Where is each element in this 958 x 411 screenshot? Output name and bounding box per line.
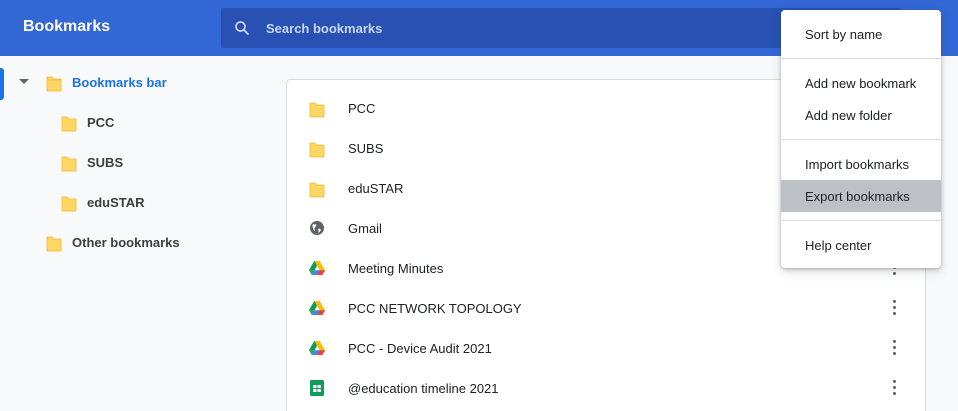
google-drive-icon [309, 341, 325, 355]
search-icon[interactable] [233, 19, 251, 37]
more-actions-icon[interactable] [885, 338, 905, 358]
sidebar-item-label: Bookmarks bar [72, 75, 167, 90]
list-item-label: SUBS [348, 141, 384, 156]
menu-item-add-new-folder[interactable]: Add new folder [781, 99, 941, 131]
sidebar-item-bookmarks-bar[interactable]: Bookmarks bar [0, 63, 270, 103]
sidebar-item-label: SUBS [87, 155, 124, 170]
list-item-pcc-network-topology[interactable]: PCC NETWORK TOPOLOGY [287, 288, 927, 328]
folder-icon [61, 196, 77, 212]
list-item-education-timeline[interactable]: @education timeline 2021 [287, 368, 927, 408]
menu-item-export-bookmarks[interactable]: Export bookmarks [781, 180, 941, 212]
globe-icon [310, 221, 324, 235]
menu-divider [781, 220, 941, 221]
folder-icon [61, 156, 77, 172]
menu-item-label: Add new folder [805, 108, 892, 123]
google-drive-icon [309, 261, 325, 275]
list-item-label: PCC [348, 101, 376, 116]
organize-menu: Sort by name Add new bookmark Add new fo… [781, 10, 941, 268]
list-item-label: @education timeline 2021 [348, 381, 499, 396]
google-sheets-icon [310, 380, 324, 396]
menu-item-label: Export bookmarks [805, 189, 910, 204]
expand-arrow-icon[interactable] [19, 79, 29, 84]
sidebar-item-other-bookmarks[interactable]: Other bookmarks [0, 223, 270, 263]
menu-item-label: Import bookmarks [805, 157, 910, 172]
folder-icon [61, 116, 77, 132]
menu-item-add-new-bookmark[interactable]: Add new bookmark [781, 67, 941, 99]
list-item-label: Meeting Minutes [348, 261, 444, 276]
menu-item-label: Sort by name [805, 27, 883, 42]
menu-item-label: Add new bookmark [805, 76, 917, 91]
sidebar-item-label: eduSTAR [87, 195, 145, 210]
folder-icon [46, 236, 62, 252]
list-item-label: PCC NETWORK TOPOLOGY [348, 301, 522, 316]
page-title: Bookmarks [23, 18, 111, 35]
folder-open-icon [46, 76, 62, 92]
list-item-pcc-device-audit[interactable]: PCC - Device Audit 2021 [287, 328, 927, 368]
search-input[interactable] [266, 8, 766, 48]
more-actions-icon[interactable] [885, 298, 905, 318]
google-drive-icon [309, 301, 325, 315]
folder-icon [309, 142, 325, 158]
sidebar-item-label: Other bookmarks [72, 235, 180, 250]
folder-icon [309, 182, 325, 198]
menu-item-help-center[interactable]: Help center [781, 229, 941, 261]
menu-divider [781, 58, 941, 59]
sidebar-item-pcc[interactable]: PCC [0, 103, 270, 143]
list-item-label: eduSTAR [348, 181, 404, 196]
list-item-label: PCC - Device Audit 2021 [348, 341, 492, 356]
folder-icon [309, 102, 325, 118]
list-item-label: Gmail [348, 221, 382, 236]
sidebar-item-edustar[interactable]: eduSTAR [0, 183, 270, 223]
sidebar-item-subs[interactable]: SUBS [0, 143, 270, 183]
menu-item-label: Help center [805, 238, 872, 253]
menu-divider [781, 139, 941, 140]
menu-item-sort-by-name[interactable]: Sort by name [781, 18, 941, 50]
folder-tree: Bookmarks bar PCC SUBS eduSTAR Other boo [0, 56, 270, 411]
more-actions-icon[interactable] [885, 378, 905, 398]
menu-item-import-bookmarks[interactable]: Import bookmarks [781, 148, 941, 180]
sidebar-item-label: PCC [87, 115, 115, 130]
